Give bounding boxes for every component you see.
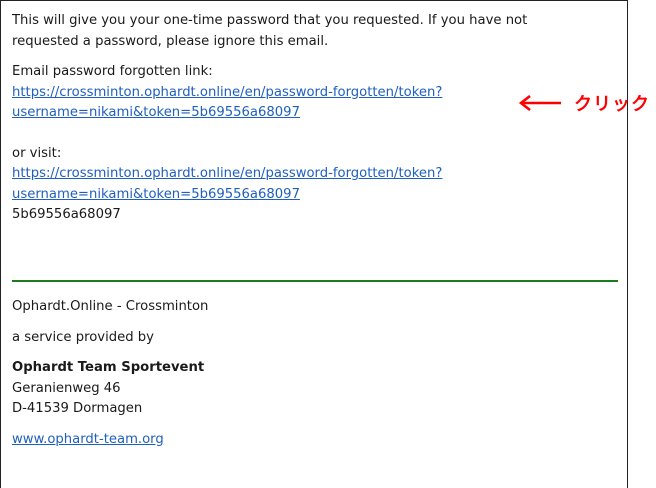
email-body: This will give you your one-time passwor…	[0, 0, 628, 488]
intro-line-2: requested a password, please ignore this…	[12, 33, 329, 49]
service-text: a service provided by	[12, 329, 154, 345]
visit-link-line-1[interactable]: https://crossminton.ophardt.online/en/pa…	[12, 166, 442, 181]
visit-link[interactable]: https://crossminton.ophardt.online/en/pa…	[12, 164, 622, 205]
street-address: Geranienweg 46	[12, 380, 121, 396]
token-value: 5b69556a68097	[12, 207, 121, 222]
intro-line-1: This will give you your one-time passwor…	[12, 13, 528, 28]
city-address: D-41539 Dormagen	[12, 401, 143, 416]
click-label: クリック	[574, 94, 650, 115]
visit-link-line-2[interactable]: username=nikami&token=5b69556a68097	[12, 187, 300, 202]
email-content: This will give you your one-time passwor…	[12, 11, 622, 226]
site-name: Ophardt.Online - Crossminton	[12, 299, 209, 314]
footer-divider	[12, 280, 618, 282]
left-arrow-icon	[518, 95, 561, 111]
forgotten-link-line-1[interactable]: https://crossminton.ophardt.online/en/pa…	[12, 85, 442, 100]
website-link[interactable]: www.ophardt-team.org	[12, 432, 164, 447]
forgotten-link-line-2[interactable]: username=nikami&token=5b69556a68097	[12, 105, 300, 120]
company-name: Ophardt Team Sportevent	[12, 360, 205, 375]
email-footer: Ophardt.Online - Crossminton a service p…	[12, 297, 612, 450]
visit-label: or visit:	[12, 145, 62, 161]
forgotten-link-label: Email password forgotten link:	[12, 64, 213, 79]
click-annotation: クリック	[518, 91, 650, 115]
